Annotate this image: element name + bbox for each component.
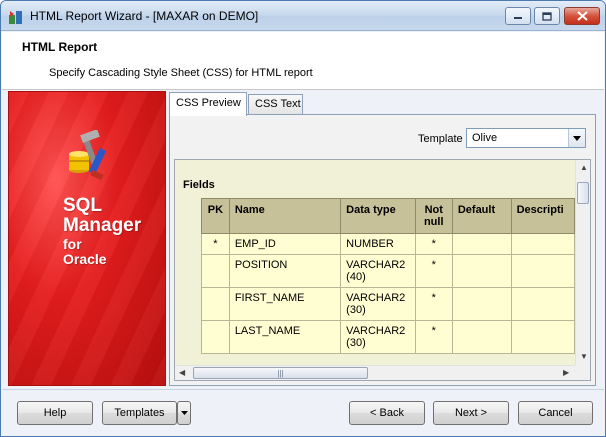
column-header-not-null: Not null bbox=[414, 198, 453, 234]
column-header-default: Default bbox=[451, 198, 512, 234]
close-button[interactable] bbox=[564, 7, 600, 25]
css-preview-panel: Template Olive Fields PK Name Data type … bbox=[169, 114, 596, 386]
cell-description bbox=[510, 287, 575, 321]
cell-default bbox=[451, 287, 512, 321]
column-header-description: Descripti bbox=[510, 198, 575, 234]
maximize-button[interactable] bbox=[534, 7, 560, 25]
minimize-icon bbox=[514, 17, 522, 19]
cell-data-type: VARCHAR2 (30) bbox=[340, 287, 416, 321]
cell-not-null: * bbox=[414, 254, 453, 288]
banner-product-name: SQL Manager for Oracle bbox=[63, 196, 141, 266]
cell-description bbox=[510, 320, 575, 354]
cell-pk bbox=[201, 287, 230, 321]
scroll-up-icon[interactable]: ▲ bbox=[580, 163, 588, 172]
wizard-header: HTML Report Specify Cascading Style Shee… bbox=[2, 32, 604, 90]
banner-line-4: Oracle bbox=[63, 250, 107, 267]
fields-table: PK Name Data type Not null Default Descr… bbox=[201, 198, 575, 354]
templates-button[interactable]: Templates bbox=[102, 401, 177, 425]
vertical-scroll-thumb[interactable] bbox=[577, 182, 589, 204]
vertical-scrollbar[interactable]: ▲ ▼ bbox=[575, 160, 590, 365]
cell-name: FIRST_NAME bbox=[228, 287, 342, 321]
header-subtitle: Specify Cascading Style Sheet (CSS) for … bbox=[49, 67, 313, 79]
close-icon bbox=[576, 11, 588, 21]
fields-section-title: Fields bbox=[183, 179, 215, 191]
wizard-app-icon bbox=[8, 9, 24, 25]
cancel-button[interactable]: Cancel bbox=[518, 401, 593, 425]
banner-line-2: Manager bbox=[63, 214, 142, 236]
table-row: POSITION VARCHAR2 (40) * bbox=[201, 254, 575, 288]
cell-name: LAST_NAME bbox=[228, 320, 342, 354]
horizontal-scroll-thumb[interactable]: ||| bbox=[193, 367, 368, 379]
cell-pk: * bbox=[201, 233, 230, 255]
table-header-row: PK Name Data type Not null Default Descr… bbox=[201, 198, 575, 234]
column-header-name: Name bbox=[228, 198, 342, 234]
scroll-right-icon[interactable]: ▶ bbox=[563, 368, 569, 377]
grip-icon: ||| bbox=[277, 368, 284, 378]
next-button[interactable]: Next > bbox=[433, 401, 509, 425]
cell-not-null: * bbox=[414, 287, 453, 321]
sql-manager-logo-icon bbox=[61, 129, 113, 182]
table-row: * EMP_ID NUMBER * bbox=[201, 233, 575, 255]
preview-content: Fields PK Name Data type Not null Defaul… bbox=[175, 160, 575, 365]
templates-dropdown-button[interactable] bbox=[177, 401, 191, 425]
cell-not-null: * bbox=[414, 233, 453, 255]
template-selected-value: Olive bbox=[472, 132, 498, 144]
tab-css-preview[interactable]: CSS Preview bbox=[169, 92, 247, 116]
banner-line-1: SQL bbox=[63, 195, 103, 216]
scroll-left-icon[interactable]: ◀ bbox=[179, 368, 185, 377]
scroll-down-icon[interactable]: ▼ bbox=[580, 352, 588, 361]
cell-data-type: VARCHAR2 (40) bbox=[340, 254, 416, 288]
cell-pk bbox=[201, 254, 230, 288]
cell-description bbox=[510, 233, 575, 255]
table-row: FIRST_NAME VARCHAR2 (30) * bbox=[201, 287, 575, 321]
chevron-down-icon[interactable] bbox=[568, 129, 585, 147]
cell-default bbox=[451, 320, 512, 354]
tab-css-text[interactable]: CSS Text bbox=[248, 94, 303, 114]
cell-data-type: VARCHAR2 (30) bbox=[340, 320, 416, 354]
back-button[interactable]: < Back bbox=[349, 401, 425, 425]
header-title: HTML Report bbox=[22, 40, 98, 54]
button-bar: Help Templates < Back Next > Cancel bbox=[2, 389, 604, 436]
column-header-pk: PK bbox=[201, 198, 230, 234]
template-select[interactable]: Olive bbox=[466, 128, 586, 148]
cell-default bbox=[451, 254, 512, 288]
cell-default bbox=[451, 233, 512, 255]
scrollbar-corner bbox=[575, 365, 590, 380]
template-label: Template bbox=[418, 133, 463, 145]
title-bar[interactable]: HTML Report Wizard - [MAXAR on DEMO] bbox=[1, 1, 605, 31]
cell-data-type: NUMBER bbox=[340, 233, 416, 255]
column-header-data-type: Data type bbox=[340, 198, 416, 234]
cell-name: EMP_ID bbox=[228, 233, 342, 255]
maximize-icon bbox=[542, 11, 552, 21]
cell-pk bbox=[201, 320, 230, 354]
window-title: HTML Report Wizard - [MAXAR on DEMO] bbox=[30, 9, 259, 23]
wizard-window: HTML Report Wizard - [MAXAR on DEMO] HTM… bbox=[0, 0, 606, 437]
cell-description bbox=[510, 254, 575, 288]
cell-name: POSITION bbox=[228, 254, 342, 288]
minimize-button[interactable] bbox=[505, 7, 531, 25]
table-row: LAST_NAME VARCHAR2 (30) * bbox=[201, 320, 575, 354]
css-preview-area[interactable]: Fields PK Name Data type Not null Defaul… bbox=[174, 159, 591, 381]
cell-not-null: * bbox=[414, 320, 453, 354]
horizontal-scrollbar[interactable]: ◀ ||| ▶ bbox=[175, 365, 575, 380]
banner-line-3: for bbox=[63, 235, 82, 252]
help-button[interactable]: Help bbox=[17, 401, 93, 425]
chevron-down-icon bbox=[180, 411, 188, 415]
product-banner: SQL Manager for Oracle bbox=[8, 91, 166, 386]
